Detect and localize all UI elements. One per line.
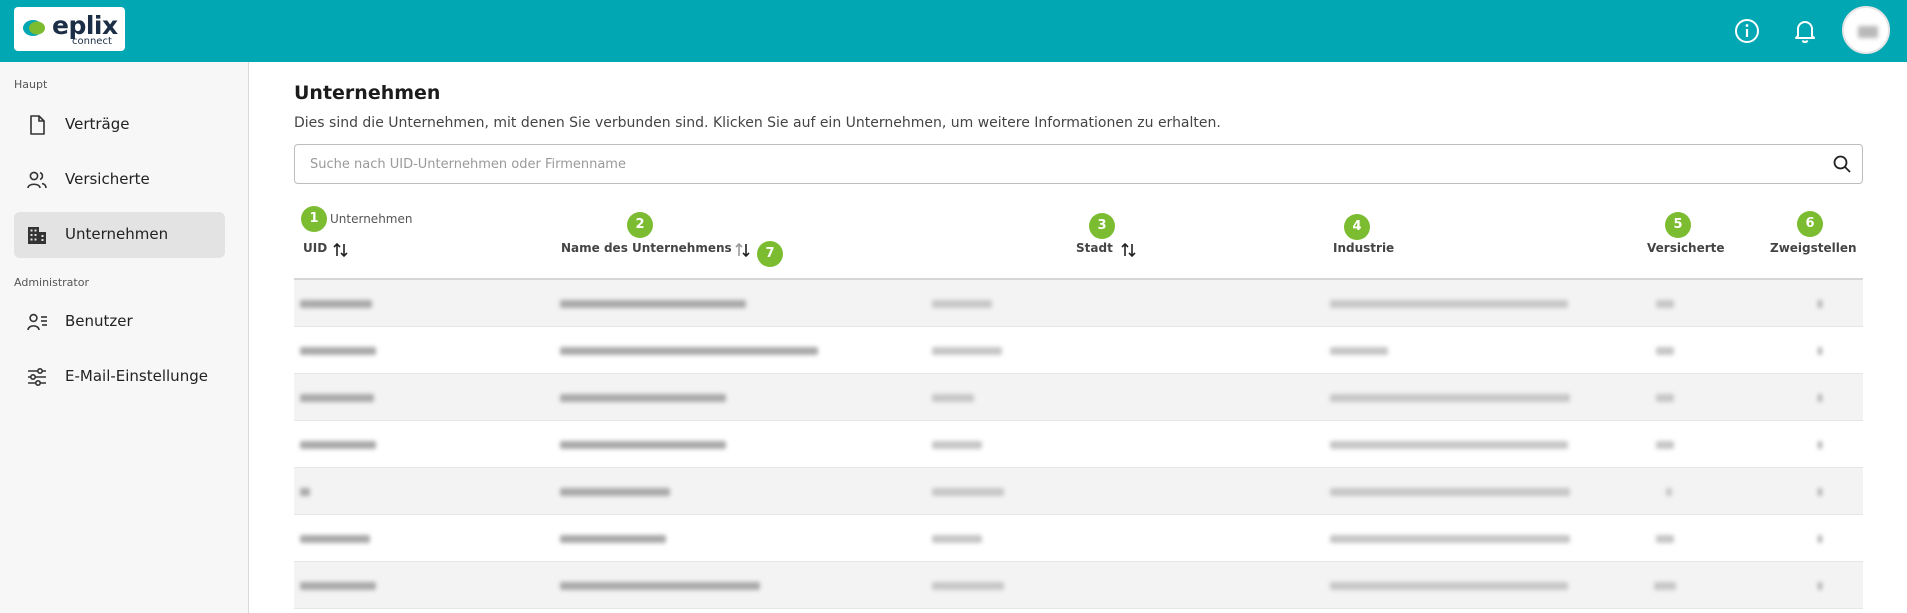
table-row[interactable]: [294, 515, 1863, 562]
column-header-stadt[interactable]: Stadt: [1076, 241, 1113, 255]
top-bar: eplix connect: [0, 0, 1907, 62]
sidebar-item-benutzer[interactable]: Benutzer: [14, 299, 225, 345]
search-box[interactable]: [294, 144, 1863, 184]
column-header-zweigstellen: Zweigstellen: [1770, 241, 1857, 255]
table-row[interactable]: [294, 421, 1863, 468]
sliders-icon: [28, 367, 46, 387]
sidebar-item-vertraege[interactable]: Verträge: [14, 102, 225, 148]
users-icon: [27, 171, 47, 189]
sidebar-section-admin: Administrator: [14, 276, 89, 289]
logo-mark-icon: [23, 20, 45, 36]
sidebar-section-main: Haupt: [14, 78, 48, 91]
annotation-badge-5: 5: [1665, 212, 1691, 238]
building-icon: [28, 227, 46, 244]
annotation-badge-2: 2: [627, 212, 653, 238]
column-header-versicherte: Versicherte: [1647, 241, 1725, 255]
info-icon[interactable]: [1733, 17, 1761, 45]
table-row[interactable]: [294, 562, 1863, 609]
annotation-badge-7: 7: [757, 241, 783, 267]
sort-icon[interactable]: [332, 241, 350, 259]
page-title: Unternehmen: [294, 82, 441, 104]
annotation-badge-6: 6: [1797, 211, 1823, 237]
table-row[interactable]: [294, 280, 1863, 327]
annotation-badge-3: 3: [1089, 213, 1115, 239]
document-icon: [30, 115, 45, 135]
sidebar-item-email-einstellungen[interactable]: E-Mail-Einstellunge: [14, 354, 225, 400]
sort-icon[interactable]: [1120, 241, 1138, 259]
annotation-badge-1: 1: [301, 206, 327, 232]
sort-icon[interactable]: [734, 241, 752, 259]
column-header-industrie: Industrie: [1333, 241, 1395, 255]
table-row[interactable]: [294, 327, 1863, 374]
sidebar-item-label: Versicherte: [65, 170, 150, 188]
sidebar-item-label: E-Mail-Einstellunge: [65, 367, 208, 385]
company-table: [294, 280, 1863, 609]
logo-sub: connect: [72, 36, 112, 47]
count-label: Unternehmen: [330, 212, 413, 226]
table-row[interactable]: [294, 468, 1863, 515]
sidebar-item-label: Unternehmen: [65, 225, 169, 243]
eplix-logo[interactable]: eplix connect: [14, 7, 125, 51]
table-row[interactable]: [294, 374, 1863, 421]
annotation-badge-4: 4: [1344, 214, 1370, 240]
sidebar-item-unternehmen[interactable]: Unternehmen: [14, 212, 225, 258]
avatar[interactable]: [1842, 6, 1890, 54]
search-icon[interactable]: [1832, 154, 1852, 174]
user-card-icon: [27, 313, 47, 331]
page-description: Dies sind die Unternehmen, mit denen Sie…: [294, 115, 1221, 131]
bell-icon[interactable]: [1791, 17, 1819, 45]
sidebar: Haupt Verträge Versicherte Unternehmen A…: [0, 62, 249, 613]
column-header-name[interactable]: Name des Unternehmens: [561, 241, 732, 255]
sidebar-item-versicherte[interactable]: Versicherte: [14, 157, 225, 203]
main-content: Unternehmen Dies sind die Unternehmen, m…: [250, 62, 1907, 613]
search-input[interactable]: [310, 154, 1810, 174]
sidebar-item-label: Benutzer: [65, 312, 133, 330]
column-header-uid[interactable]: UID: [303, 241, 327, 255]
sidebar-item-label: Verträge: [65, 115, 130, 133]
